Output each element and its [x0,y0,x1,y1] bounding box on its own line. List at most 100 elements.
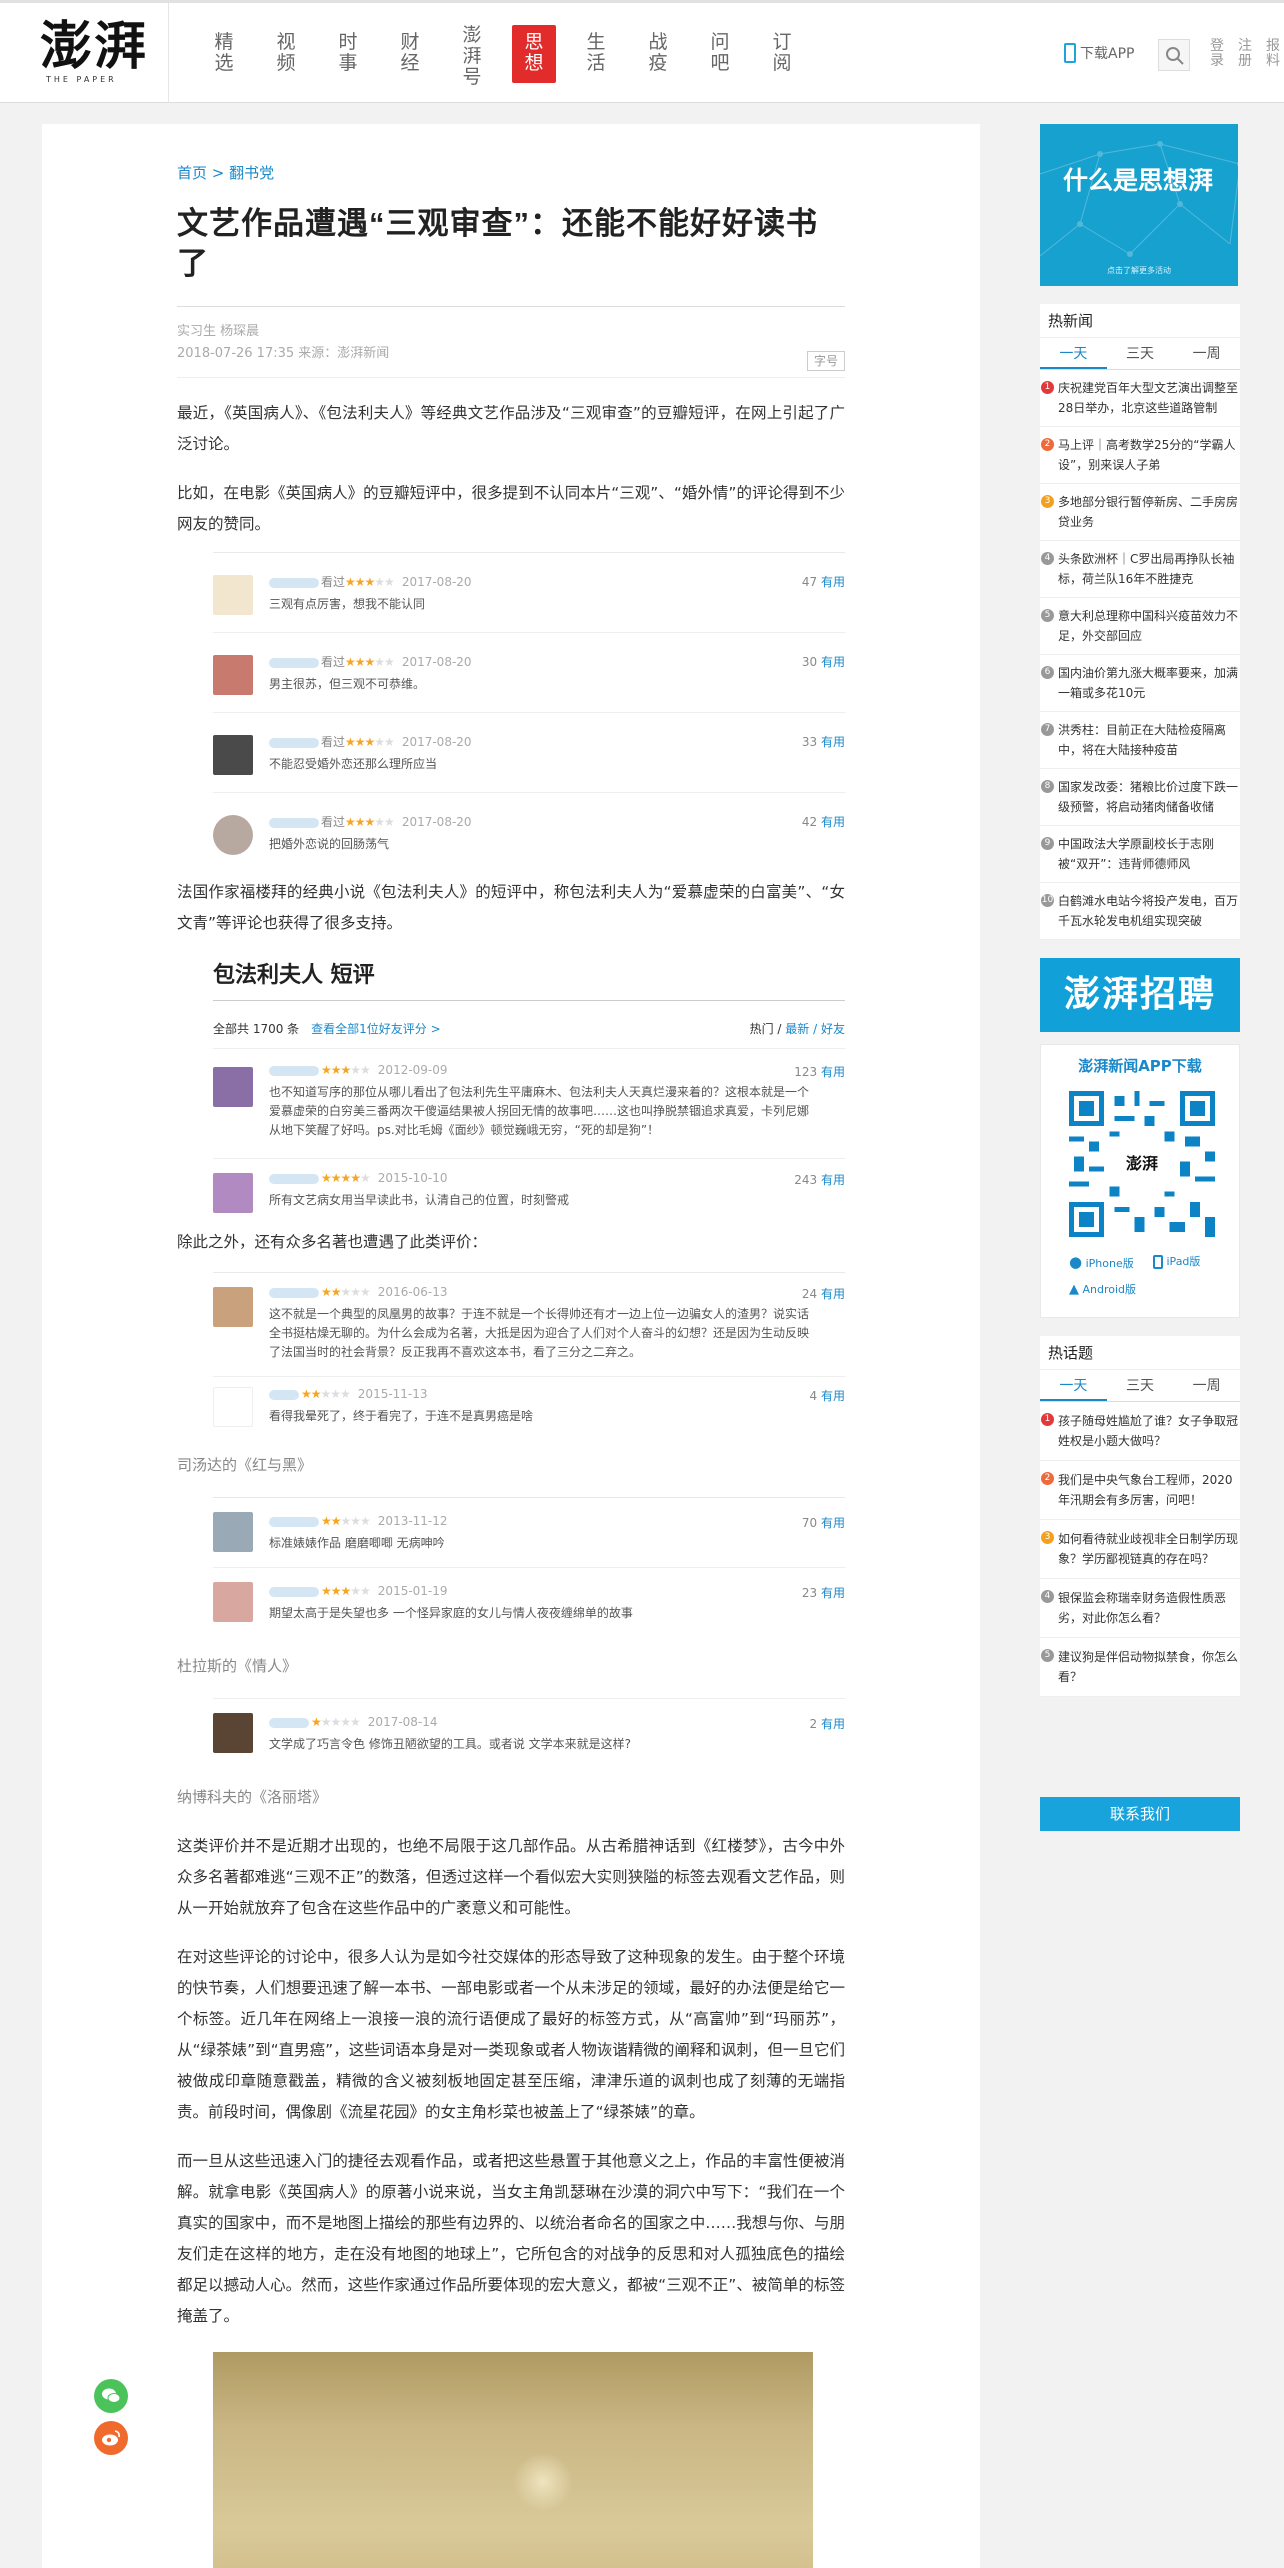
review-row: 看过★★★★★ 2017-08-20 不能忍受婚外恋还那么理所应当 33 有用 [213,713,845,793]
avatar[interactable] [213,1067,253,1107]
useful-link[interactable]: 有用 [821,735,845,749]
nav-sixiang-active[interactable]: 思想 [512,25,556,83]
list-item[interactable]: 8 国家发改委：猪粮比价过度下跌一级预警，将启动猪肉储备收储 [1040,769,1240,826]
nav-caijing[interactable]: 财经 [394,25,426,85]
blurred-username [269,737,319,748]
list-item[interactable]: 1 孩子随母姓尴尬了谁？女子争取冠姓权是小题大做吗？ [1040,1402,1240,1461]
bovary-summary: 全部共 1700 条查看全部1位好友评分 > 热门 / 最新 / 好友 [213,1009,845,1049]
review-useful: 70 有用 [801,1516,845,1530]
avatar[interactable] [213,1387,253,1427]
weibo-share-button[interactable] [94,2421,128,2455]
useful-link[interactable]: 有用 [821,815,845,829]
search-button[interactable] [1158,39,1190,71]
tab-one-week[interactable]: 一周 [1173,338,1240,369]
nav-jingxuan[interactable]: 精选 [208,25,240,85]
list-item[interactable]: 3 多地部分银行暂停新房、二手房房贷业务 [1040,484,1240,541]
review-useful: 42 有用 [801,815,845,829]
article-date-source: 2018-07-26 17:35 来源：澎湃新闻 [177,346,390,361]
sixiangpai-ad[interactable]: 什么是思想湃 点击了解更多活动 [1040,124,1238,286]
list-item[interactable]: 5 意大利总理称中国科兴疫苗效力不足，外交部回应 [1040,598,1240,655]
useful-link[interactable]: 有用 [821,575,845,589]
topics-tab-three-days[interactable]: 三天 [1107,1370,1174,1401]
blurred-username [269,1173,319,1184]
caption-lolita: 纳博科夫的《洛丽塔》 [177,1788,328,1806]
useful-link[interactable]: 有用 [821,1065,845,1079]
nav-dingyue[interactable]: 订阅 [766,25,798,85]
topics-tab-one-day[interactable]: 一天 [1040,1370,1107,1401]
useful-link[interactable]: 有用 [821,655,845,669]
lover-reviews: ★★★★★ 2013-11-12 标准婊婊作品 磨磨唧唧 无病呻吟 70 有用 ★… [213,1497,845,1638]
tab-one-day[interactable]: 一天 [1040,338,1107,369]
header-divider [168,3,169,103]
report-link[interactable]: 报料 [1266,39,1282,69]
logo[interactable]: 澎湃 THE PAPER [40,17,150,89]
useful-link[interactable]: 有用 [821,1287,845,1301]
list-item[interactable]: 9 中国政法大学原副校长于志刚被“双开”：违背师德师风 [1040,826,1240,883]
topics-tab-one-week[interactable]: 一周 [1173,1370,1240,1401]
blurred-username [269,1287,319,1298]
android-download-link[interactable]: ▲ Android版 [1069,1281,1136,1297]
sort-friends[interactable]: / 好友 [813,1022,845,1036]
recruit-banner[interactable]: 澎湃招聘 [1040,958,1240,1032]
blurred-username [269,1389,299,1400]
avatar[interactable] [213,1713,253,1753]
avatar[interactable] [213,735,253,775]
register-link[interactable]: 注册 [1238,39,1254,69]
ipad-download-link[interactable]: iPad版 [1153,1253,1200,1269]
friends-rating-link[interactable]: 查看全部1位好友评分 > [311,1022,441,1036]
list-item[interactable]: 2 马上评｜高考数学25分的“学霸人设”，别来误人子弟 [1040,427,1240,484]
avatar[interactable] [213,1287,253,1327]
useful-link[interactable]: 有用 [821,1389,845,1403]
useful-link[interactable]: 有用 [821,1717,845,1731]
review-row: 看过★★★★★ 2017-08-20 三观有点厉害，想我不能认同 47 有用 [213,553,845,633]
review-row: ★★★★★ 2015-11-13 看得我晕死了，终于看完了，于连不是真男癌是啥 4… [213,1377,845,1437]
useful-link[interactable]: 有用 [821,1586,845,1600]
useful-link[interactable]: 有用 [821,1173,845,1187]
useful-link[interactable]: 有用 [821,1516,845,1530]
review-text: 标准婊婊作品 磨磨唧唧 无病呻吟 [269,1536,445,1550]
review-row: ★★★★★ 2017-08-14 文学成了巧言令色 修饰丑陋欲望的工具。或者说 文… [213,1699,845,1769]
logo-text: 澎湃 [40,16,149,77]
review-meta: ★★★★★ 2015-11-13 [269,1387,428,1401]
avatar[interactable] [213,1173,253,1213]
download-app-link[interactable]: 下载APP [1064,43,1134,63]
review-meta: ★★★★★ 2015-01-19 [269,1584,448,1598]
avatar[interactable] [213,575,253,615]
list-item[interactable]: 6 国内油价第九涨大概率要来，加满一箱或多花10元 [1040,655,1240,712]
list-item[interactable]: 4 头条欧洲杯｜C罗出局再挣队长袖标，荷兰队16年不胜捷克 [1040,541,1240,598]
nav-pengpaihao[interactable]: 澎湃号 [456,25,488,88]
review-text: 这不就是一个典型的凤凰男的故事？于连不就是一个长得帅还有才一边上位一边骗女人的渣… [269,1307,810,1359]
nav-zhanyi[interactable]: 战疫 [642,25,674,85]
hot-news-tabs: 一天 三天 一周 [1040,338,1240,370]
list-item[interactable]: 10 白鹤滩水电站今将投产发电，百万千瓦水轮发电机组实现突破 [1040,883,1240,940]
nav-shipin[interactable]: 视频 [270,25,302,85]
list-item[interactable]: 5 建议狗是伴侣动物拟禁食，你怎么看？ [1040,1638,1240,1697]
font-size-button[interactable]: 字号 [806,351,845,371]
login-link[interactable]: 登录 [1210,39,1226,69]
tab-three-days[interactable]: 三天 [1107,338,1174,369]
breadcrumb[interactable]: 首页 > 翻书党 [177,162,845,182]
list-item[interactable]: 2 我们是中央气象台工程师，2020年汛期会有多厉害，问吧！ [1040,1461,1240,1520]
avatar[interactable] [213,1512,253,1552]
avatar[interactable] [213,815,253,855]
list-item[interactable]: 1 庆祝建党百年大型文艺演出调整至28日举办，北京这些道路管制 [1040,370,1240,427]
nav-wenba[interactable]: 问吧 [704,25,736,85]
list-item[interactable]: 4 银保监会称瑞幸财务造假性质恶劣，对此你怎么看？ [1040,1579,1240,1638]
review-meta: 看过★★★★★ 2017-08-20 [269,733,472,750]
avatar[interactable] [213,1582,253,1622]
sort-newest[interactable]: 最新 [785,1022,809,1036]
review-text: 不能忍受婚外恋还那么理所应当 [269,757,438,771]
list-item[interactable]: 7 洪秀柱：目前正在大陆检疫隔离中，将在大陆接种疫苗 [1040,712,1240,769]
wechat-icon [102,2388,121,2403]
contact-us-button[interactable]: 联系我们 [1040,1797,1240,1831]
iphone-download-link[interactable]: ● iPhone版 [1069,1253,1134,1271]
wechat-share-button[interactable] [94,2379,128,2413]
nav-shenghuo[interactable]: 生活 [580,25,612,85]
review-text: 文学成了巧言令色 修饰丑陋欲望的工具。或者说 文学本来就是这样? [269,1737,632,1751]
review-text: 也不知道写序的那位从哪儿看出了包法利先生平庸麻木、包法利夫人天真烂漫来着的？这根… [269,1085,810,1137]
site-header: 澎湃 THE PAPER 精选 视频 时事 财经 澎湃号 思想 生活 战疫 问吧… [0,3,1284,103]
avatar[interactable] [213,655,253,695]
nav-shishi[interactable]: 时事 [332,25,364,85]
list-item[interactable]: 3 如何看待就业歧视非全日制学历现象？学历鄙视链真的存在吗？ [1040,1520,1240,1579]
red-black-reviews: ★★★★★ 2016-06-13 这不就是一个典型的凤凰男的故事？于连不就是一个长… [213,1272,845,1437]
